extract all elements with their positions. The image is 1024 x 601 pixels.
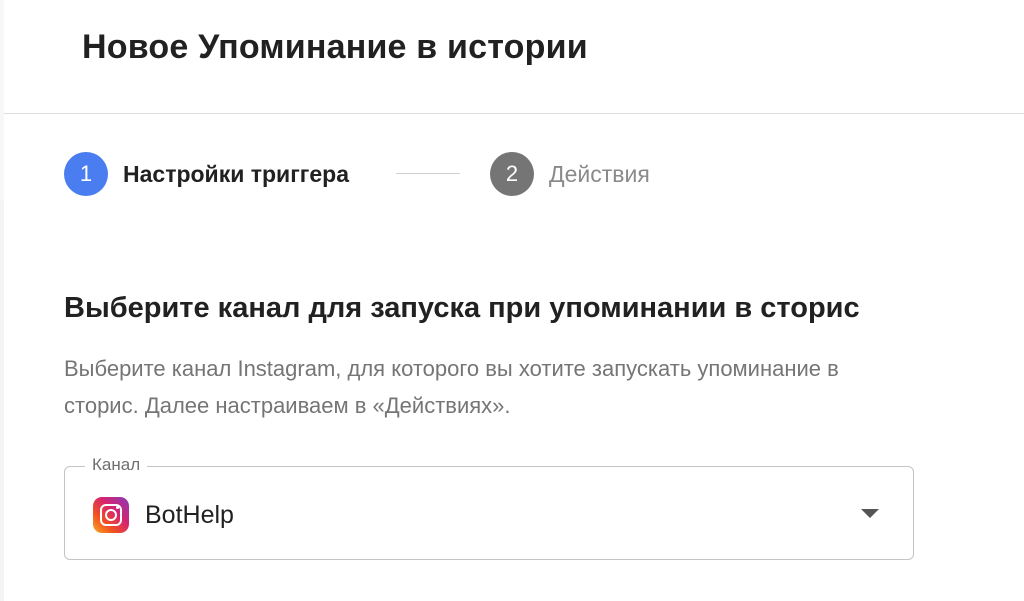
channel-name: BotHelp (145, 500, 234, 529)
step-label: Действия (549, 160, 650, 187)
channel-select-value: BotHelp (93, 497, 234, 533)
step-trigger-settings[interactable]: 1 Настройки триггера (64, 152, 349, 196)
step-number-badge: 2 (490, 152, 534, 196)
stepper: 1 Настройки триггера 2 Действия (64, 152, 764, 196)
section-title: Выберите канал для запуска при упоминани… (64, 292, 860, 324)
section-description: Выберите канал Instagram, для которого в… (64, 356, 839, 418)
page-title: Новое Упоминание в истории (82, 28, 588, 66)
channel-select-label: Канал (85, 455, 148, 475)
chevron-down-icon[interactable] (861, 509, 879, 518)
step-connector (396, 173, 460, 174)
channel-select[interactable]: Канал BotHelp (64, 455, 914, 560)
step-actions[interactable]: 2 Действия (490, 152, 650, 196)
page-header: Новое Упоминание в истории (4, 0, 1024, 114)
instagram-icon (93, 497, 129, 533)
step-label: Настройки триггера (123, 160, 349, 187)
step-number-badge: 1 (64, 152, 108, 196)
page: Новое Упоминание в истории 1 Настройки т… (0, 0, 1024, 601)
